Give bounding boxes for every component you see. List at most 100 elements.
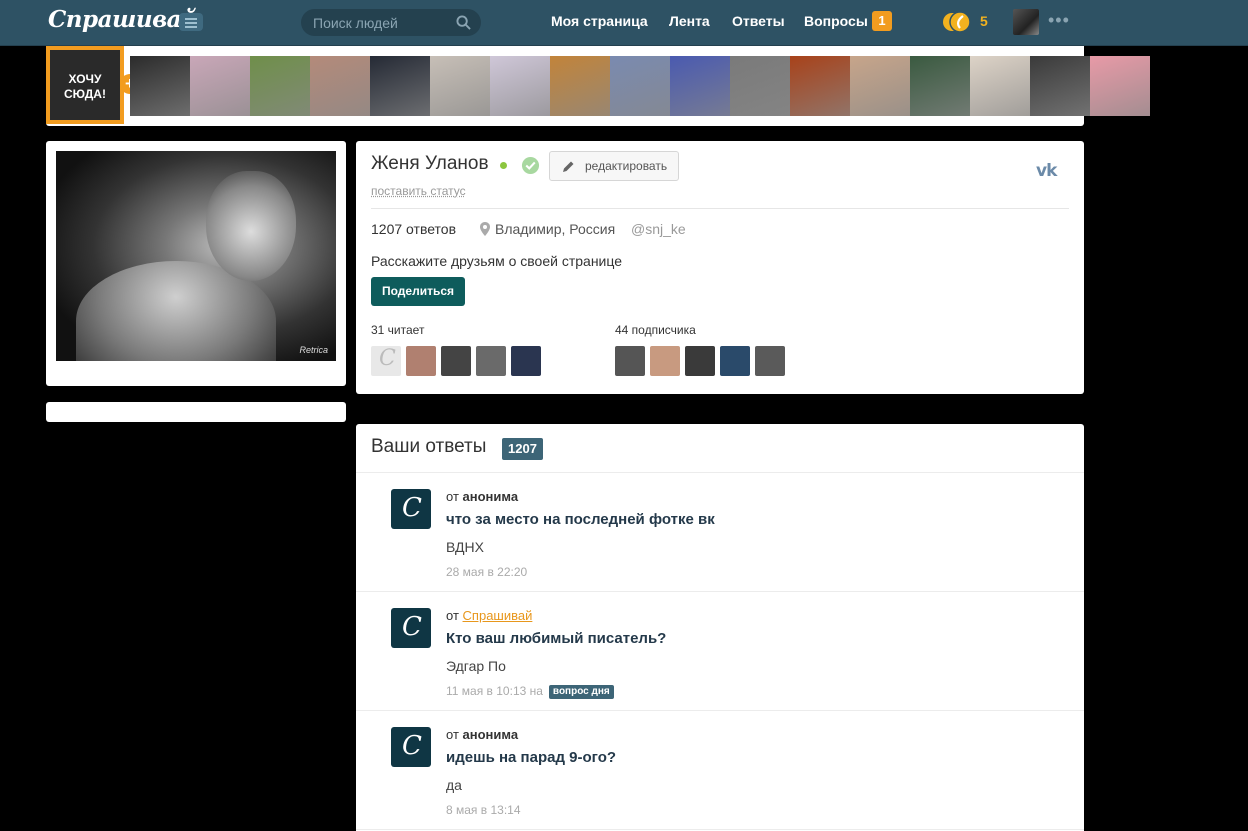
featured-user-thumbnail[interactable] <box>1030 56 1090 116</box>
answer-from: от Спрашивай <box>446 608 532 623</box>
search-icon[interactable] <box>456 15 471 30</box>
avatar[interactable] <box>685 346 715 376</box>
share-button[interactable]: Поделиться <box>371 277 465 306</box>
answer-text: да <box>446 777 462 793</box>
user-avatar[interactable] <box>1013 9 1039 35</box>
from-author-link[interactable]: Спрашивай <box>463 608 533 623</box>
user-handle: @snj_ke <box>631 221 686 237</box>
nav-my-page[interactable]: Моя страница <box>551 13 648 29</box>
featured-user-thumbnail[interactable] <box>490 56 550 116</box>
answer-date[interactable]: 8 мая в 13:14 <box>446 803 521 817</box>
reading-label[interactable]: 31 читает <box>371 323 424 337</box>
location: Владимир, Россия <box>480 221 615 237</box>
left-empty-panel <box>46 402 346 422</box>
site-logo[interactable]: Спрашивай <box>48 6 198 33</box>
online-indicator <box>500 162 507 169</box>
answer-from: от анонима <box>446 727 518 742</box>
menu-icon[interactable] <box>179 13 203 31</box>
answer-item: C от анонима идешь на парад 9-ого? да 8 … <box>356 711 1084 830</box>
photo-signature: Retrica <box>299 345 328 355</box>
avatar[interactable] <box>615 346 645 376</box>
answer-text: Эдгар По <box>446 658 506 674</box>
profile-photo[interactable]: Retrica <box>56 151 336 361</box>
location-pin-icon <box>480 222 490 236</box>
featured-user-thumbnail[interactable] <box>910 56 970 116</box>
answer-item: C от анонима что за место на последней ф… <box>356 473 1084 592</box>
featured-user-thumbnail[interactable] <box>850 56 910 116</box>
featured-user-thumbnail[interactable] <box>1090 56 1150 116</box>
site-avatar[interactable]: C <box>391 608 431 648</box>
avatar[interactable] <box>441 346 471 376</box>
avatar[interactable] <box>476 346 506 376</box>
from-prefix: от <box>446 489 459 504</box>
featured-user-thumbnail[interactable] <box>550 56 610 116</box>
questions-badge[interactable]: 1 <box>872 11 892 31</box>
featured-user-thumbnail[interactable] <box>970 56 1030 116</box>
divider <box>371 208 1069 209</box>
question-text[interactable]: что за место на последней фотке вк <box>446 511 715 528</box>
search-input[interactable] <box>313 13 453 32</box>
edit-label: редактировать <box>585 159 668 173</box>
from-author: анонима <box>462 727 519 742</box>
followers-avatars <box>615 346 785 376</box>
answers-section: Ваши ответы 1207 C от анонима что за мес… <box>356 424 1084 831</box>
want-here-label: ХОЧУ СЮДА! <box>64 72 106 101</box>
answers-count-badge: 1207 <box>502 438 543 460</box>
featured-user-thumbnail[interactable] <box>610 56 670 116</box>
featured-user-thumbnail[interactable] <box>670 56 730 116</box>
answer-text: ВДНХ <box>446 539 484 555</box>
coins-count[interactable]: 5 <box>980 13 988 29</box>
answers-stat[interactable]: 1207 ответов <box>371 221 456 237</box>
featured-users-strip: ХОЧУ СЮДА! + <box>46 46 1150 126</box>
profile-name: Женя Уланов <box>371 153 489 174</box>
featured-thumbnails <box>130 56 1150 116</box>
location-text: Владимир, Россия <box>495 221 616 237</box>
avatar[interactable] <box>406 346 436 376</box>
avatar[interactable]: C <box>371 346 401 376</box>
followers-label[interactable]: 44 подписчика <box>615 323 696 337</box>
nav-questions[interactable]: Вопросы <box>804 13 868 29</box>
question-of-day-badge[interactable]: вопрос дня <box>548 685 614 699</box>
answer-date[interactable]: 28 мая в 22:20 <box>446 565 527 579</box>
vk-icon[interactable]: vk <box>1036 161 1057 181</box>
nav-feed[interactable]: Лента <box>669 13 710 29</box>
reading-avatars: C <box>371 346 541 376</box>
answers-word: ответов <box>406 221 457 237</box>
featured-user-thumbnail[interactable] <box>310 56 370 116</box>
want-here-button[interactable]: ХОЧУ СЮДА! <box>46 46 124 124</box>
featured-user-thumbnail[interactable] <box>130 56 190 116</box>
anonymous-avatar[interactable]: C <box>391 727 431 767</box>
question-text[interactable]: идешь на парад 9-ого? <box>446 749 616 766</box>
coins-icon[interactable] <box>942 10 972 34</box>
answer-date-row: 11 мая в 10:13 на вопрос дня <box>446 684 614 699</box>
avatar[interactable] <box>650 346 680 376</box>
profile-photo-card: Retrica <box>46 141 346 386</box>
anonymous-avatar[interactable]: C <box>391 489 431 529</box>
set-status-link[interactable]: поставить статус <box>371 184 466 198</box>
from-prefix: от <box>446 727 459 742</box>
question-text[interactable]: Кто ваш любимый писатель? <box>446 630 666 647</box>
verified-icon <box>521 156 540 175</box>
featured-user-thumbnail[interactable] <box>370 56 430 116</box>
featured-user-thumbnail[interactable] <box>730 56 790 116</box>
avatar[interactable] <box>755 346 785 376</box>
profile-info-card: Женя Уланов редактировать поставить стат… <box>356 141 1084 394</box>
avatar[interactable] <box>511 346 541 376</box>
answers-count: 1207 <box>371 221 403 237</box>
featured-user-thumbnail[interactable] <box>190 56 250 116</box>
nav-answers[interactable]: Ответы <box>732 13 785 29</box>
featured-user-thumbnail[interactable] <box>790 56 850 116</box>
answers-title: Ваши ответы <box>371 436 487 457</box>
share-prompt: Расскажите друзьям о своей странице <box>371 253 623 269</box>
featured-user-thumbnail[interactable] <box>250 56 310 116</box>
edit-profile-button[interactable]: редактировать <box>549 151 679 181</box>
featured-user-thumbnail[interactable] <box>430 56 490 116</box>
answer-date[interactable]: 11 мая в 10:13 на <box>446 684 543 698</box>
more-icon[interactable]: ••• <box>1048 10 1070 31</box>
answer-from: от анонима <box>446 489 518 504</box>
top-navigation-bar: Спрашивай Моя страница Лента Ответы Вопр… <box>0 0 1248 46</box>
people-search <box>301 9 481 36</box>
answer-item: C от Спрашивай Кто ваш любимый писатель?… <box>356 592 1084 711</box>
pencil-icon <box>563 161 574 172</box>
avatar[interactable] <box>720 346 750 376</box>
